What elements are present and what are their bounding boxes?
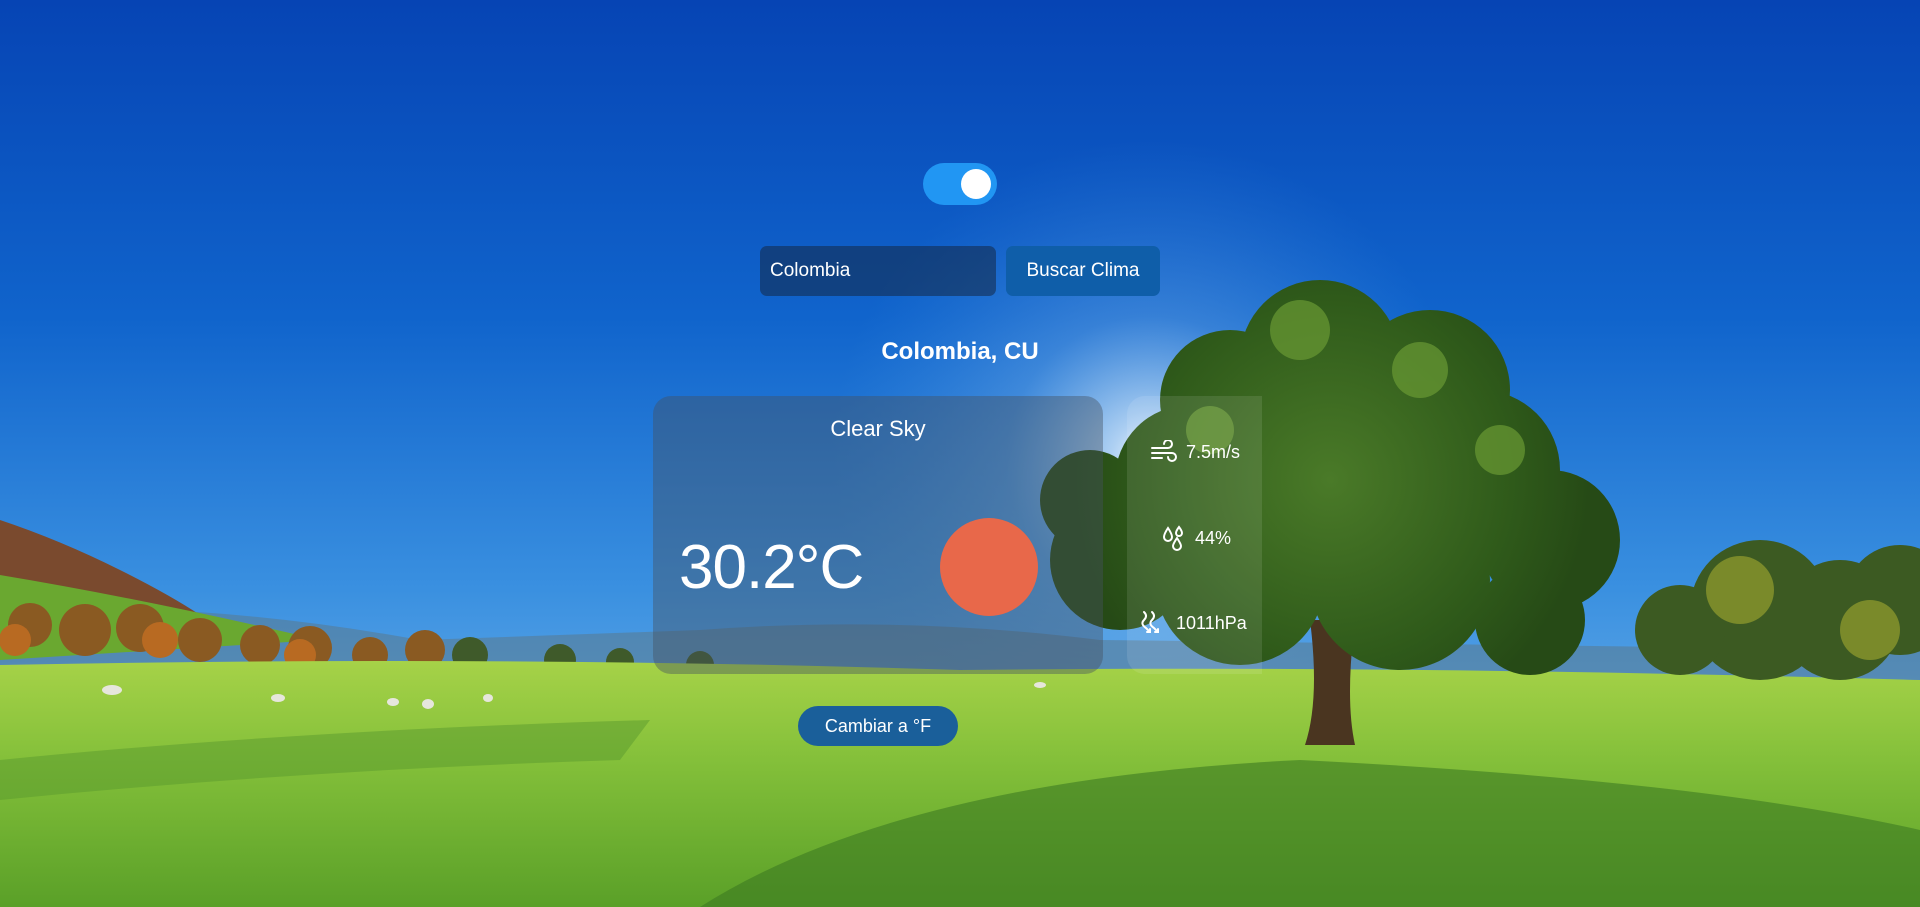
theme-toggle[interactable]	[923, 163, 997, 205]
temperature-value: 30.2°C	[679, 533, 864, 602]
search-input[interactable]	[760, 246, 996, 296]
toggle-knob	[961, 169, 991, 199]
humidity-stat: 44%	[1161, 525, 1231, 551]
weather-card: Clear Sky 30.2°C	[653, 396, 1103, 674]
pressure-stat: 1011hPa	[1140, 609, 1247, 637]
wind-icon	[1151, 440, 1177, 462]
sun-icon	[940, 518, 1038, 616]
humidity-value: 44%	[1195, 527, 1232, 548]
location-title: Colombia, CU	[881, 338, 1039, 365]
change-unit-button[interactable]: Cambiar a °F	[798, 706, 958, 746]
search-button[interactable]: Buscar Clima	[1006, 246, 1160, 296]
weather-description: Clear Sky	[830, 416, 926, 441]
pressure-value: 1011hPa	[1176, 612, 1247, 633]
pressure-icon	[1141, 611, 1159, 633]
wind-value: 7.5m/s	[1186, 441, 1241, 462]
humidity-icon	[1162, 525, 1184, 551]
wind-stat: 7.5m/s	[1150, 440, 1240, 464]
